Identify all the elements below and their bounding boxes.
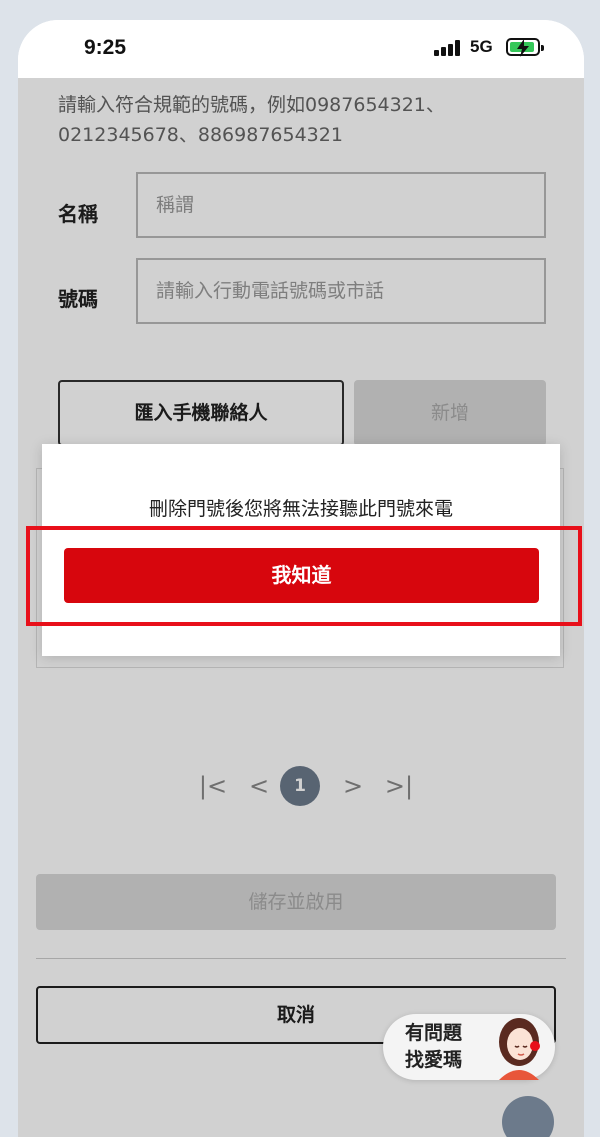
assistant-avatar-icon	[499, 1018, 540, 1080]
status-bar: 9:25 5G	[18, 20, 584, 78]
signal-icon	[434, 40, 462, 56]
battery-icon	[506, 38, 544, 57]
network-type: 5G	[470, 37, 493, 56]
status-time: 9:25	[84, 36, 127, 59]
help-chat-button[interactable]: 有問題 找愛瑪	[383, 1014, 555, 1080]
highlight-box	[26, 526, 582, 626]
help-line-2: 找愛瑪	[405, 1049, 463, 1071]
help-text: 有問題 找愛瑪	[405, 1020, 462, 1074]
help-line-1: 有問題	[405, 1022, 463, 1044]
dialog-message: 刪除門號後您將無法接聽此門號來電	[148, 498, 453, 520]
